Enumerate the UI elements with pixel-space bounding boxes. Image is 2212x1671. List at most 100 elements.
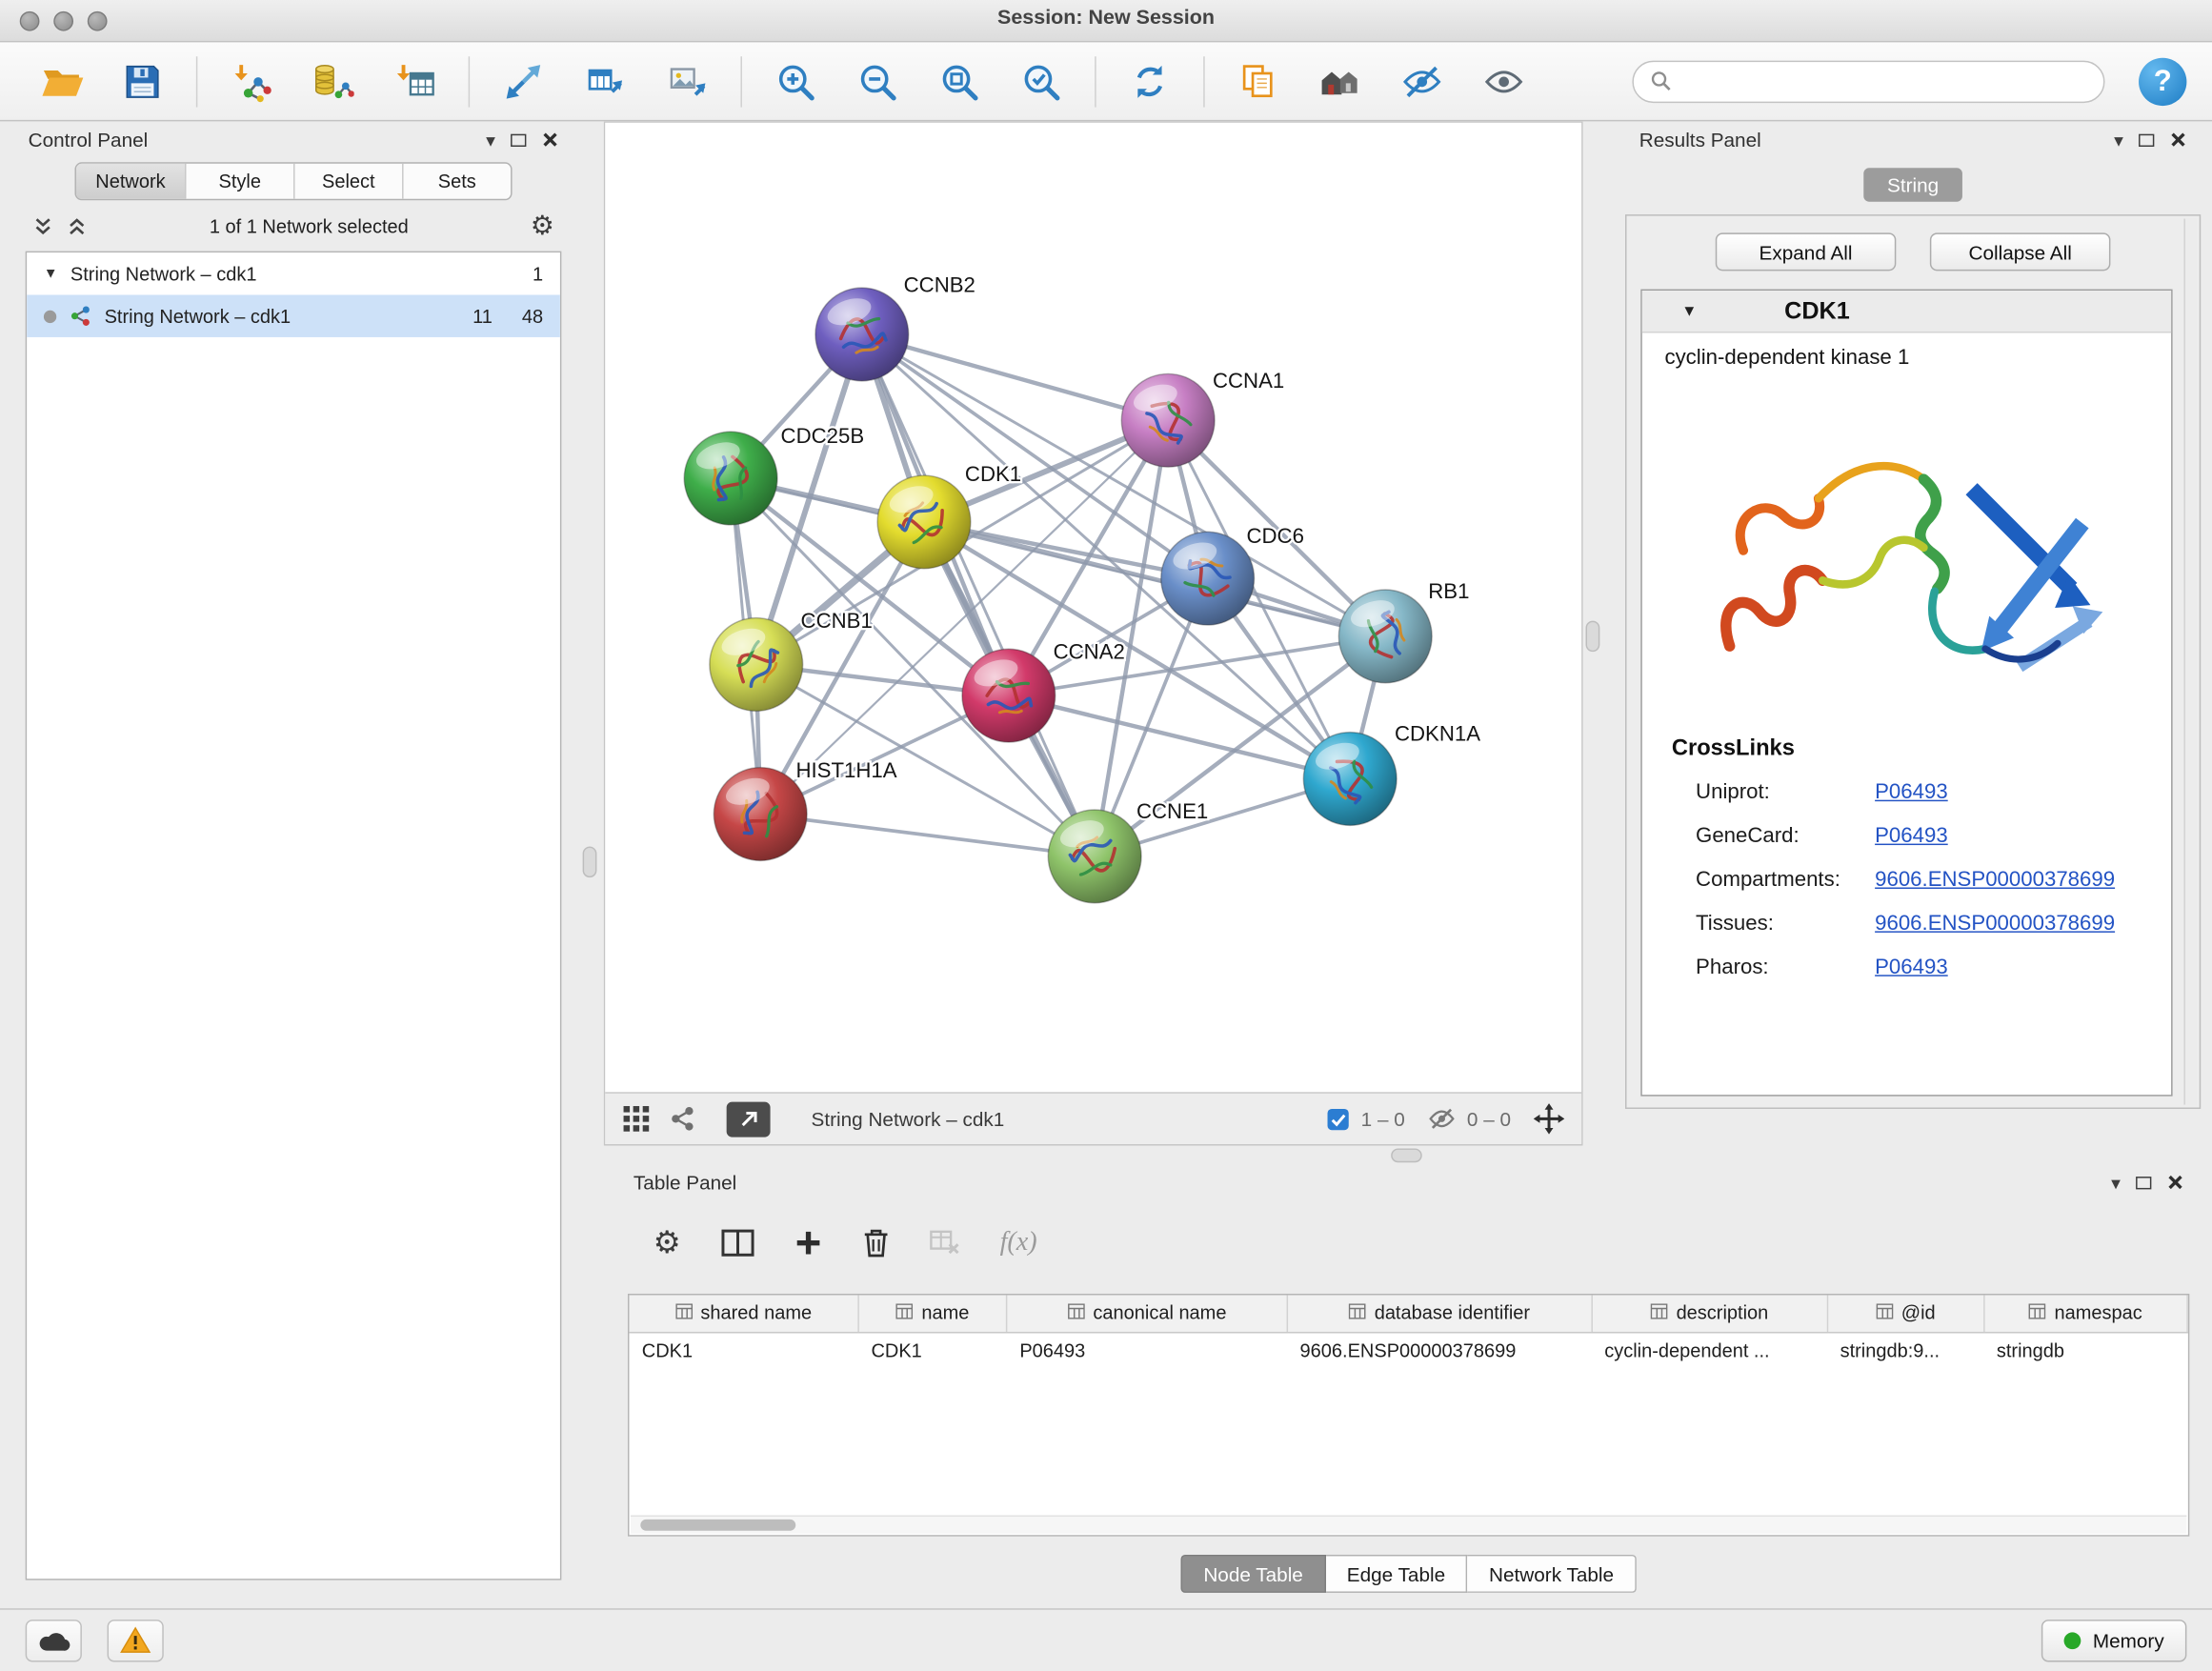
show-columns-button[interactable]: [720, 1229, 754, 1258]
panel-close-icon[interactable]: [2170, 131, 2187, 149]
network-node-CDC25B[interactable]: [684, 432, 777, 525]
table-cell[interactable]: stringdb: [1984, 1332, 2188, 1370]
column-header-database-identifier[interactable]: database identifier: [1287, 1295, 1592, 1332]
column-header--id[interactable]: @id: [1827, 1295, 1983, 1332]
zoom-selected-button[interactable]: [1009, 50, 1074, 112]
panel-close-icon[interactable]: [2167, 1174, 2184, 1191]
crosslink-value-link[interactable]: 9606.ENSP00000378699: [1875, 868, 2115, 892]
search-input[interactable]: [1681, 70, 2086, 92]
panel-menu-icon[interactable]: ▾: [2111, 1173, 2121, 1191]
column-header-shared-name[interactable]: shared name: [629, 1295, 858, 1332]
home-button[interactable]: [1308, 50, 1373, 112]
network-canvas[interactable]: CCNB2CCNA1CDC25BCDK1CDC6RB1CCNB1CCNA2CDK…: [605, 123, 1581, 1092]
panel-menu-icon[interactable]: ▾: [486, 131, 495, 149]
gear-icon[interactable]: ⚙: [531, 212, 554, 239]
import-network-from-file-button[interactable]: [219, 50, 284, 112]
tab-style[interactable]: Style: [185, 164, 293, 199]
network-collection-row[interactable]: ▼ String Network – cdk1 1: [27, 252, 560, 294]
function-builder-button[interactable]: f(x): [1000, 1227, 1037, 1258]
panel-float-icon[interactable]: [511, 133, 526, 146]
cloud-status-button[interactable]: [26, 1619, 82, 1661]
splitter-handle[interactable]: [1586, 621, 1600, 653]
network-node-CDK1[interactable]: [877, 475, 971, 569]
detach-view-button[interactable]: [727, 1101, 771, 1137]
warnings-button[interactable]: [108, 1619, 164, 1661]
column-header-name[interactable]: name: [858, 1295, 1007, 1332]
crosslink-value-link[interactable]: P06493: [1875, 824, 1948, 848]
network-edge[interactable]: [760, 814, 1095, 856]
network-node-CDKN1A[interactable]: [1303, 733, 1397, 826]
zoom-fit-button[interactable]: [927, 50, 992, 112]
add-column-button[interactable]: [794, 1229, 822, 1258]
scrollbar-thumb[interactable]: [640, 1520, 795, 1531]
results-scrollbar[interactable]: [2183, 219, 2196, 1105]
network-node-RB1[interactable]: [1338, 590, 1432, 683]
table-cell[interactable]: P06493: [1007, 1332, 1287, 1370]
network-graph[interactable]: CCNB2CCNA1CDC25BCDK1CDC6RB1CCNB1CCNA2CDK…: [605, 123, 1581, 1092]
network-node-CCNB1[interactable]: [710, 618, 803, 712]
tab-string[interactable]: String: [1863, 168, 1963, 202]
help-button[interactable]: ?: [2139, 57, 2186, 105]
crosslink-value-link[interactable]: 9606.ENSP00000378699: [1875, 912, 2115, 936]
hidden-eye-icon[interactable]: [1427, 1108, 1456, 1131]
table-cell[interactable]: CDK1: [629, 1332, 858, 1370]
collapse-all-button[interactable]: Collapse All: [1930, 232, 2111, 271]
hide-selected-button[interactable]: [1390, 50, 1455, 112]
network-node-CCNA2[interactable]: [962, 649, 1056, 742]
table-settings-button[interactable]: ⚙: [654, 1227, 681, 1258]
grid-view-icon[interactable]: [622, 1105, 651, 1134]
network-row[interactable]: String Network – cdk1 11 48: [27, 295, 560, 337]
export-table-button[interactable]: [573, 50, 637, 112]
open-session-button[interactable]: [29, 50, 93, 112]
delete-table-button[interactable]: [930, 1230, 961, 1256]
delete-column-button[interactable]: [861, 1227, 890, 1258]
tab-network-table[interactable]: Network Table: [1468, 1555, 1637, 1593]
refresh-button[interactable]: [1117, 50, 1182, 112]
network-node-CCNE1[interactable]: [1048, 810, 1141, 903]
table-cell[interactable]: 9606.ENSP00000378699: [1287, 1332, 1592, 1370]
panel-close-icon[interactable]: [542, 131, 559, 149]
column-header-description[interactable]: description: [1592, 1295, 1827, 1332]
splitter-handle[interactable]: [583, 847, 597, 878]
copy-button[interactable]: [1226, 50, 1291, 112]
import-network-from-database-button[interactable]: [300, 50, 365, 112]
tab-node-table[interactable]: Node Table: [1181, 1555, 1326, 1593]
tab-network[interactable]: Network: [76, 164, 185, 199]
panel-float-icon[interactable]: [2136, 1176, 2151, 1188]
export-image-button[interactable]: [654, 50, 719, 112]
show-all-button[interactable]: [1472, 50, 1537, 112]
network-node-HIST1H1A[interactable]: [714, 768, 807, 861]
collapse-all-icon[interactable]: [32, 215, 53, 236]
tab-edge-table[interactable]: Edge Table: [1326, 1555, 1468, 1593]
crosslink-value-link[interactable]: P06493: [1875, 780, 1948, 804]
column-header-namespac[interactable]: namespac: [1984, 1295, 2188, 1332]
network-node-CCNA1[interactable]: [1121, 373, 1215, 467]
selected-checkbox-icon[interactable]: [1326, 1107, 1350, 1131]
table-cell[interactable]: stringdb:9...: [1827, 1332, 1983, 1370]
panel-menu-icon[interactable]: ▾: [2114, 131, 2123, 149]
network-overview-icon[interactable]: [669, 1105, 697, 1134]
zoom-out-button[interactable]: [845, 50, 910, 112]
crosslink-value-link[interactable]: P06493: [1875, 956, 1948, 979]
gene-card-header[interactable]: ▼ CDK1: [1642, 291, 2171, 332]
column-header-canonical-name[interactable]: canonical name: [1007, 1295, 1287, 1332]
expand-all-button[interactable]: Expand All: [1716, 232, 1897, 271]
tab-select[interactable]: Select: [293, 164, 402, 199]
table-row[interactable]: CDK1CDK1P064939606.ENSP00000378699cyclin…: [629, 1332, 2187, 1370]
tab-sets[interactable]: Sets: [402, 164, 511, 199]
save-session-button[interactable]: [111, 50, 175, 112]
import-table-from-file-button[interactable]: [382, 50, 447, 112]
network-node-CDC6[interactable]: [1161, 532, 1255, 625]
pan-crosshair-icon[interactable]: [1534, 1103, 1565, 1135]
table-cell[interactable]: CDK1: [858, 1332, 1007, 1370]
expand-triangle-icon[interactable]: ▼: [44, 266, 58, 281]
horizontal-scrollbar[interactable]: [631, 1515, 2186, 1533]
expand-all-icon[interactable]: [67, 215, 88, 236]
collapse-gene-icon[interactable]: ▼: [1681, 303, 1697, 320]
network-node-CCNB2[interactable]: [815, 288, 909, 381]
table-cell[interactable]: cyclin-dependent ...: [1592, 1332, 1827, 1370]
clone-network-button[interactable]: [491, 50, 555, 112]
panel-float-icon[interactable]: [2139, 133, 2154, 146]
splitter-handle[interactable]: [1391, 1148, 1422, 1162]
zoom-in-button[interactable]: [763, 50, 828, 112]
